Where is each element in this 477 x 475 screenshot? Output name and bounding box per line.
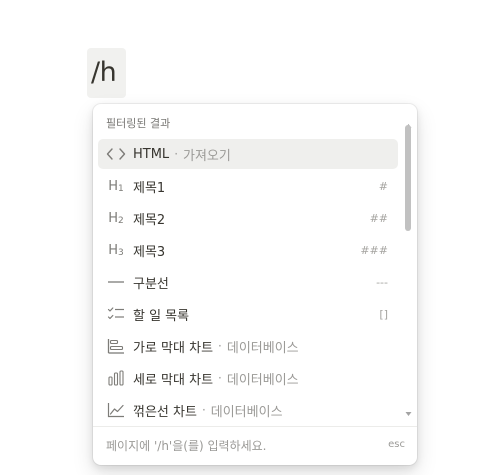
shortcut-hint: ## (369, 211, 388, 225)
menu-item-label: 제목2 (133, 212, 166, 228)
slash-command-text[interactable]: /h (91, 54, 117, 92)
menu-item-label: 구분선 (133, 276, 169, 292)
slash-command-menu: 필터링된 결과 HTML · 가져오기 H1 제목1 # H2 제목2 ## H… (93, 104, 417, 465)
menu-scrollbar[interactable] (404, 122, 413, 418)
scrollbar-thumb[interactable] (405, 125, 411, 231)
menu-item-label: 꺾은선 차트 (133, 404, 197, 420)
separator-dot: · (218, 371, 222, 385)
menu-item-sub: 데이터베이스 (210, 404, 283, 420)
menu-item-label: 가로 막대 차트 (133, 340, 214, 356)
menu-item-heading1[interactable]: H1 제목1 # (98, 171, 398, 201)
menu-item-label: 제목1 (133, 180, 166, 196)
menu-item-line-chart[interactable]: 꺾은선 차트 · 데이터베이스 (98, 395, 398, 425)
heading1-icon: H1 (108, 178, 124, 194)
divider-icon (105, 279, 127, 285)
menu-item-label: 할 일 목록 (133, 308, 190, 324)
shortcut-hint: ### (360, 243, 388, 257)
menu-item-sub: 데이터베이스 (226, 340, 299, 356)
scroll-down-arrow-icon[interactable] (404, 410, 413, 418)
line-chart-icon (105, 402, 127, 418)
menu-item-sub: 가져오기 (183, 148, 231, 164)
separator-dot: · (174, 147, 179, 161)
footer-hint: 페이지에 '/h'을(를) 입력하세요. (106, 439, 267, 453)
menu-item-divider[interactable]: 구분선 --- (98, 267, 398, 297)
shortcut-hint: --- (376, 275, 388, 289)
page: /h 필터링된 결과 HTML · 가져오기 H1 제목1 # H2 제목2 #… (0, 0, 477, 475)
esc-hint[interactable]: esc (388, 439, 405, 450)
shortcut-hint: [] (379, 307, 388, 321)
section-title: 필터링된 결과 (106, 117, 171, 130)
menu-divider (93, 426, 417, 427)
menu-item-html[interactable]: HTML · 가져오기 (98, 139, 398, 169)
menu-item-heading3[interactable]: H3 제목3 ### (98, 235, 398, 265)
vertical-bar-chart-icon (105, 370, 127, 386)
horizontal-bar-chart-icon (105, 338, 127, 354)
menu-item-label: 제목3 (133, 244, 166, 260)
menu-item-label: 세로 막대 차트 (133, 372, 214, 388)
heading3-icon: H3 (108, 242, 124, 258)
separator-dot: · (218, 339, 222, 353)
shortcut-hint: # (378, 179, 388, 193)
menu-item-sub: 데이터베이스 (226, 372, 299, 388)
menu-item-label: HTML (133, 146, 170, 162)
heading2-icon: H2 (108, 210, 124, 226)
menu-item-todo[interactable]: 할 일 목록 [] (98, 299, 398, 329)
code-icon (105, 148, 127, 160)
menu-item-heading2[interactable]: H2 제목2 ## (98, 203, 398, 233)
checklist-icon (105, 306, 127, 322)
menu-item-horizontal-bar-chart[interactable]: 가로 막대 차트 · 데이터베이스 (98, 331, 398, 361)
separator-dot: · (201, 403, 206, 417)
menu-item-vertical-bar-chart[interactable]: 세로 막대 차트 · 데이터베이스 (98, 363, 398, 393)
